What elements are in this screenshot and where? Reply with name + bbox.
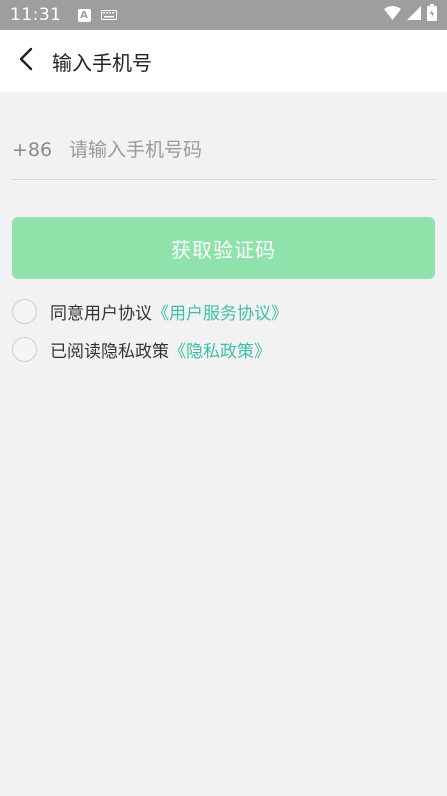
terms-link[interactable]: 《用户服务协议》 bbox=[152, 299, 288, 324]
battery-icon bbox=[427, 4, 437, 26]
status-time: 11:31 bbox=[10, 5, 62, 25]
country-code[interactable]: +86 bbox=[12, 139, 69, 161]
terms-radio[interactable] bbox=[12, 298, 37, 324]
wifi-icon bbox=[384, 5, 401, 25]
back-button[interactable] bbox=[4, 30, 48, 92]
status-bar: 11:31 A bbox=[0, 0, 447, 30]
privacy-link[interactable]: 《隐私政策》 bbox=[169, 337, 271, 362]
chevron-left-icon bbox=[19, 47, 33, 75]
notification-a-icon: A bbox=[77, 8, 91, 22]
app-bar: 输入手机号 bbox=[0, 30, 447, 92]
get-verification-code-button[interactable]: 获取验证码 bbox=[12, 217, 435, 279]
phone-input[interactable] bbox=[69, 129, 435, 170]
signal-icon bbox=[407, 5, 421, 25]
privacy-text: 已阅读隐私政策 bbox=[50, 341, 169, 362]
keyboard-icon bbox=[100, 10, 117, 20]
agreement-row-terms: 同意用户协议 《用户服务协议》 bbox=[12, 298, 288, 324]
status-right bbox=[384, 4, 437, 26]
page-title: 输入手机号 bbox=[52, 50, 152, 75]
agreement-row-privacy: 已阅读隐私政策 《隐私政策》 bbox=[12, 336, 271, 362]
privacy-radio[interactable] bbox=[12, 336, 37, 362]
terms-text: 同意用户协议 bbox=[50, 303, 152, 324]
phone-field-row: +86 bbox=[12, 120, 435, 180]
